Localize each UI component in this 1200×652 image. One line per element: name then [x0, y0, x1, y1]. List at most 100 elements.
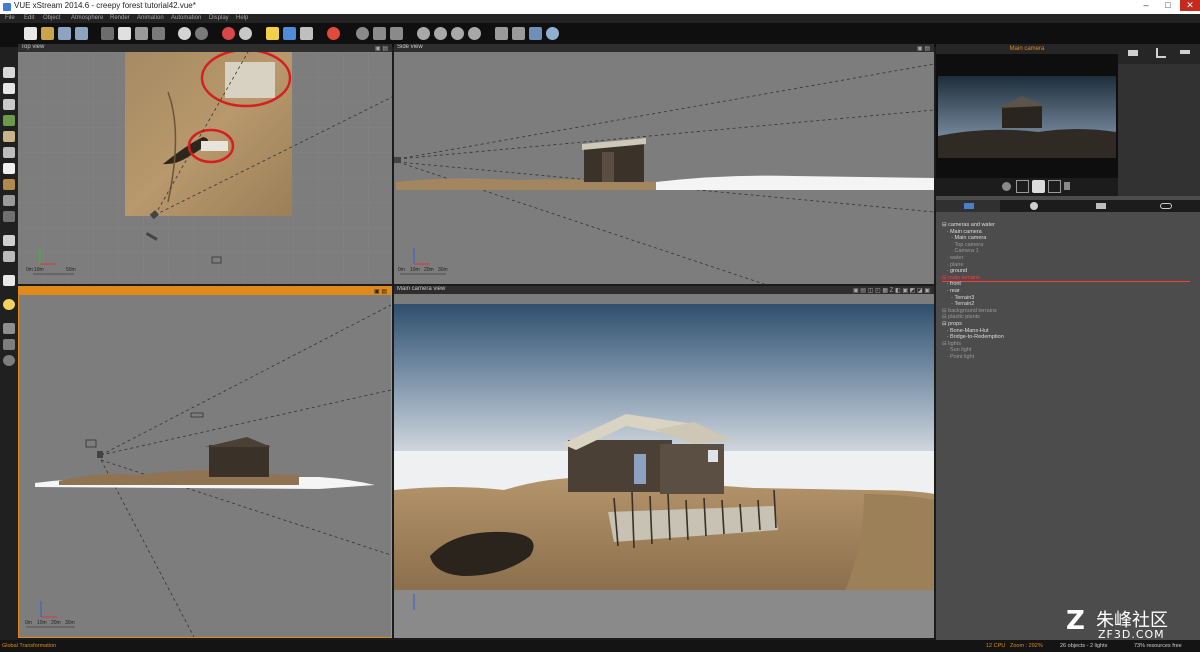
tab-links[interactable]	[1134, 200, 1198, 212]
tree-expand-icon[interactable]: ·	[942, 334, 950, 340]
tree-item[interactable]: · Terrain3	[942, 295, 1190, 301]
tab-objects[interactable]	[936, 200, 1000, 212]
save-icon[interactable]	[58, 27, 71, 40]
group-icon[interactable]	[3, 275, 15, 286]
menu-animation[interactable]: Animation	[137, 15, 164, 21]
tree-expand-icon[interactable]: ·	[942, 347, 950, 353]
zoom-in-icon[interactable]	[417, 27, 430, 40]
spline-icon[interactable]	[3, 211, 15, 222]
tree-expand-icon[interactable]: ·	[942, 288, 950, 294]
tree-item[interactable]: · Terrain2	[942, 301, 1190, 307]
material-icon[interactable]	[283, 27, 296, 40]
atmosphere-icon[interactable]	[266, 27, 279, 40]
panel-dash-icon[interactable]	[1180, 50, 1190, 54]
menu-edit[interactable]: Edit	[24, 15, 34, 21]
path-icon[interactable]	[3, 195, 15, 206]
open-icon[interactable]	[41, 27, 54, 40]
menu-display[interactable]: Display	[209, 15, 229, 21]
top-view-viewport[interactable]: Top view ▣ ▤ 0m 10m 50m	[18, 44, 392, 284]
top-view-maximize-icon[interactable]: ▣ ▤	[375, 45, 388, 52]
tree-item[interactable]: · plane	[942, 262, 1190, 268]
new-icon[interactable]	[24, 27, 37, 40]
close-button[interactable]: ✕	[1180, 0, 1200, 11]
cloud-icon[interactable]	[3, 163, 15, 174]
tree-expand-icon[interactable]: ·	[942, 235, 955, 241]
camera-front-icon[interactable]	[85, 439, 97, 448]
save-as-icon[interactable]	[75, 27, 88, 40]
zoom-out-icon[interactable]	[434, 27, 447, 40]
drop-icon[interactable]	[356, 27, 369, 40]
link-icon[interactable]	[390, 27, 403, 40]
tab-library[interactable]	[1068, 200, 1132, 212]
menu-file[interactable]: File	[5, 15, 15, 21]
rotate-icon[interactable]	[3, 355, 15, 366]
film-icon[interactable]	[512, 27, 525, 40]
plant-icon[interactable]	[3, 115, 15, 126]
menu-object[interactable]: Object	[43, 15, 60, 21]
front-view-viewport[interactable]: ▣ ▤ 0m 10m 20m 30m	[18, 286, 392, 638]
tree-expand-icon[interactable]: ·	[942, 295, 954, 301]
tree-item[interactable]: · ground	[942, 268, 1190, 274]
sphere-icon[interactable]	[3, 235, 15, 246]
camera-tool-icon[interactable]	[3, 323, 15, 334]
side-view-viewport[interactable]: Side view ▣ ▤ 0m 10m 20m 30m	[394, 44, 934, 284]
tree-item[interactable]: · Bone-Mans-Hut	[942, 328, 1190, 334]
camera-orbit-icon[interactable]	[1002, 182, 1011, 191]
tree-item[interactable]: · Point light	[942, 354, 1190, 360]
menu-automation[interactable]: Automation	[171, 15, 201, 21]
menu-atmosphere[interactable]: Atmosphere	[71, 15, 103, 21]
tree-item[interactable]: ⊟ lights	[942, 341, 1190, 347]
light-front-gizmo[interactable]	[190, 412, 204, 418]
panel-tool-icon[interactable]	[1128, 50, 1138, 56]
tree-expand-icon[interactable]: ·	[942, 229, 950, 235]
tree-item[interactable]: · Main camera	[942, 229, 1190, 235]
tree-item[interactable]: · front	[942, 281, 1190, 287]
terrain-icon[interactable]	[3, 99, 15, 110]
camera-hand-icon[interactable]	[1032, 180, 1045, 193]
camera-side-gizmo[interactable]	[394, 157, 401, 163]
tree-expand-icon[interactable]: ·	[942, 281, 950, 287]
text-icon[interactable]	[3, 83, 15, 94]
tree-item[interactable]: ⊟ background terrains	[942, 308, 1190, 314]
tree-item[interactable]: · Sun light	[942, 347, 1190, 353]
camera-front-gizmo[interactable]	[97, 451, 103, 458]
tree-expand-icon[interactable]: ·	[942, 328, 950, 334]
copy-icon[interactable]	[118, 27, 131, 40]
water-icon[interactable]	[3, 147, 15, 158]
color-icon[interactable]	[327, 27, 340, 40]
align-icon[interactable]	[373, 27, 386, 40]
tree-expand-icon[interactable]: ·	[942, 242, 954, 248]
pan-icon[interactable]	[468, 27, 481, 40]
tree-expand-icon[interactable]: ·	[942, 268, 950, 274]
tree-item[interactable]: · rear	[942, 288, 1190, 294]
tree-item[interactable]: ⊟ plastic plants	[942, 314, 1190, 320]
tree-item[interactable]: · Camera 1	[942, 248, 1190, 254]
delete-icon[interactable]	[152, 27, 165, 40]
tree-expand-icon[interactable]: ·	[942, 301, 954, 307]
light-icon[interactable]	[3, 299, 15, 310]
primitive-cube-icon[interactable]	[3, 67, 15, 78]
paste-icon[interactable]	[135, 27, 148, 40]
tree-item[interactable]: ⊟ cameras and water	[942, 222, 1190, 228]
tree-expand-icon[interactable]: ·	[942, 248, 955, 254]
panel-corner-icon[interactable]	[1156, 48, 1166, 58]
undo-icon[interactable]	[178, 27, 191, 40]
preview-icon[interactable]	[529, 27, 542, 40]
tree-item[interactable]: · water	[942, 255, 1190, 261]
render-icon[interactable]	[222, 27, 235, 40]
boolean-icon[interactable]	[3, 251, 15, 262]
camera-frame-icon[interactable]	[1016, 180, 1029, 193]
globe-icon[interactable]	[546, 27, 559, 40]
minimize-button[interactable]: –	[1136, 0, 1156, 11]
cut-icon[interactable]	[101, 27, 114, 40]
front-view-maximize-icon[interactable]: ▣ ▤	[374, 288, 387, 295]
tree-item[interactable]: · Main camera	[942, 235, 1190, 241]
main-camera-viewport[interactable]: Main camera view ▣ ▤ ◫ ◰ ▦ Z ◧ ▣ ◩ ◪ ▣	[394, 286, 934, 638]
main-camera-view-controls[interactable]: ▣ ▤ ◫ ◰ ▦ Z ◧ ▣ ◩ ◪ ▣	[853, 287, 930, 294]
tab-materials[interactable]	[1002, 200, 1066, 212]
ecosystem-icon[interactable]	[3, 179, 15, 190]
tree-expand-icon[interactable]: ·	[942, 354, 950, 360]
rock-icon[interactable]	[3, 131, 15, 142]
redo-icon[interactable]	[195, 27, 208, 40]
move-icon[interactable]	[3, 339, 15, 350]
